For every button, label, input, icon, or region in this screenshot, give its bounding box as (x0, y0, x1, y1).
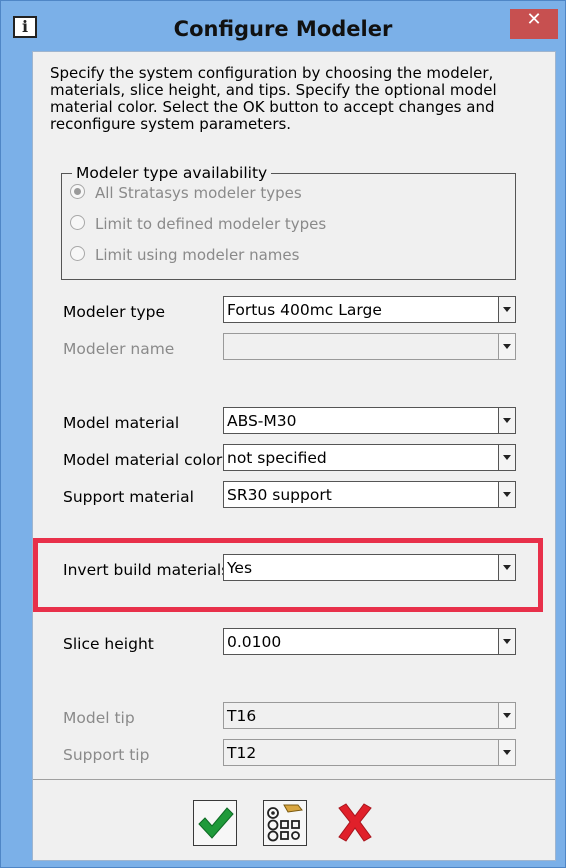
radio-limit-defined-types[interactable]: Limit to defined modeler types (70, 215, 326, 233)
chevron-down-icon[interactable] (498, 629, 515, 654)
modeler-name-label: Modeler name (63, 340, 175, 358)
modeler-type-dropdown[interactable]: Fortus 400mc Large (223, 296, 516, 323)
description-text: Specify the system configuration by choo… (50, 64, 497, 133)
chevron-down-icon[interactable] (498, 482, 515, 507)
chevron-down-icon (498, 703, 515, 728)
radio-limit-modeler-names[interactable]: Limit using modeler names (70, 246, 299, 264)
radio-unselected-icon (70, 246, 85, 261)
chevron-down-icon (498, 740, 515, 765)
slice-height-label: Slice height (63, 635, 154, 653)
chevron-down-icon[interactable] (498, 555, 515, 580)
availability-legend: Modeler type availability (76, 164, 268, 182)
window-title: Configure Modeler (173, 17, 393, 41)
cancel-x-icon (338, 803, 372, 842)
support-tip-label: Support tip (63, 746, 150, 764)
ok-button[interactable] (193, 800, 237, 846)
close-button[interactable]: ✕ (510, 9, 558, 39)
support-material-dropdown[interactable]: SR30 support (223, 481, 516, 508)
model-tip-dropdown: T16 (223, 702, 516, 729)
modeler-type-label: Modeler type (63, 303, 165, 321)
configure-modeler-window: i Configure Modeler ✕ Specify the system… (0, 0, 566, 868)
radio-unselected-icon (70, 215, 85, 230)
configure-button[interactable] (263, 800, 307, 846)
support-material-label: Support material (63, 488, 194, 506)
dialog-body: Specify the system configuration by choo… (32, 51, 556, 861)
chevron-down-icon[interactable] (498, 408, 515, 433)
model-material-dropdown[interactable]: ABS-M30 (223, 407, 516, 434)
chevron-down-icon[interactable] (498, 297, 515, 322)
model-material-label: Model material (63, 414, 180, 432)
divider (33, 779, 555, 780)
radio-all-modeler-types[interactable]: All Stratasys modeler types (70, 184, 302, 202)
cancel-button[interactable] (333, 800, 377, 846)
invert-build-materials-dropdown[interactable]: Yes (223, 554, 516, 581)
radio-selected-icon (70, 184, 85, 199)
model-tip-label: Model tip (63, 709, 135, 727)
support-tip-dropdown: T12 (223, 739, 516, 766)
model-material-color-dropdown[interactable]: not specified (223, 444, 516, 471)
configure-icon (267, 804, 303, 842)
modeler-name-dropdown (223, 333, 516, 360)
chevron-down-icon (498, 334, 515, 359)
model-material-color-label: Model material color (63, 451, 223, 469)
invert-build-materials-label: Invert build materials (63, 561, 230, 579)
slice-height-dropdown[interactable]: 0.0100 (223, 628, 516, 655)
checkmark-icon (198, 807, 234, 839)
chevron-down-icon[interactable] (498, 445, 515, 470)
title-bar[interactable]: i Configure Modeler ✕ (1, 1, 565, 45)
